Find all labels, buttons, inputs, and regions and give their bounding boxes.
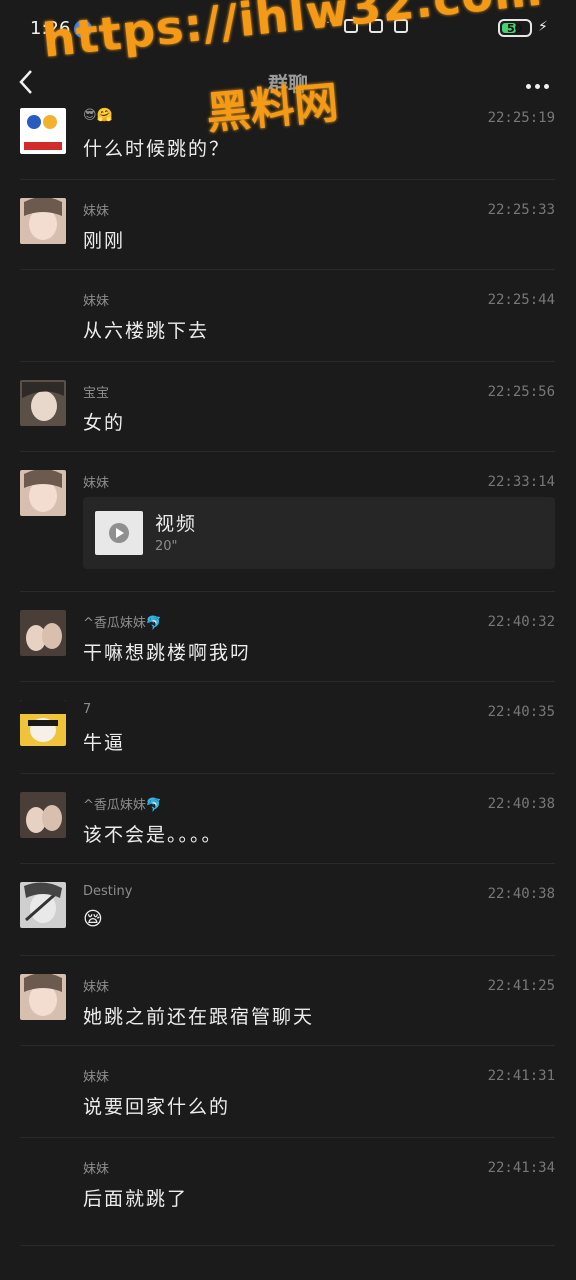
list-item[interactable]: 妹妹 22:41:25 她跳之前还在跟宿管聊天 (20, 956, 555, 1046)
sender-name: 7 (83, 702, 92, 717)
message-time: 22:25:44 (487, 292, 555, 308)
message-text: 她跳之前还在跟宿管聊天 (83, 1006, 315, 1028)
message-time: 22:41:25 (487, 978, 555, 994)
message-text: 刚刚 (83, 230, 126, 252)
chevron-left-icon[interactable] (16, 68, 36, 96)
message-text: 从六楼跳下去 (83, 320, 210, 342)
list-item[interactable]: ^香瓜妹妹🐬 22:40:38 该不会是。。。。 (20, 774, 555, 864)
status-bar: 1:26 3.05 50 ⚡ (0, 0, 576, 58)
sender-name: 😎🤗 (83, 108, 113, 123)
list-item[interactable]: 妹妹 22:25:44 从六楼跳下去 (20, 270, 555, 362)
avatar[interactable] (20, 198, 66, 244)
sender-name: 妹妹 (83, 1070, 110, 1085)
message-text: 😪 (83, 908, 105, 930)
list-item[interactable]: 宝宝 22:25:56 女的 (20, 362, 555, 452)
video-title: 视频 (155, 513, 198, 535)
battery-icon: 50 (498, 19, 532, 37)
signal-icons (344, 18, 484, 40)
avatar[interactable] (20, 792, 66, 838)
avatar[interactable] (20, 380, 66, 426)
signal-icon (394, 19, 409, 33)
avatar[interactable] (20, 882, 66, 928)
sender-name: 妹妹 (83, 980, 110, 995)
message-time: 22:41:31 (487, 1068, 555, 1084)
avatar[interactable] (20, 610, 66, 656)
sender-name: ^香瓜妹妹🐬 (83, 798, 163, 813)
video-attachment[interactable]: 视频 20" (83, 497, 555, 569)
video-thumbnail (95, 511, 143, 555)
list-item[interactable]: Destiny 22:40:38 😪 (20, 864, 555, 956)
sender-name: 妹妹 (83, 204, 110, 219)
avatar[interactable] (20, 470, 66, 516)
message-time: 22:41:34 (487, 1160, 555, 1176)
message-time: 22:25:56 (487, 384, 555, 400)
message-time: 22:40:38 (487, 796, 555, 812)
wifi-icon (369, 19, 384, 33)
sender-name: Destiny (83, 884, 133, 899)
message-text: 牛逼 (83, 732, 126, 754)
list-item[interactable]: 😎🤗 22:25:19 什么时候跳的？ (20, 100, 555, 180)
page-title: 群聊 (268, 72, 308, 96)
message-text: 后面就跳了 (83, 1188, 189, 1210)
sim-icon (344, 19, 358, 33)
list-item[interactable]: 妹妹 22:41:34 后面就跳了 (20, 1138, 555, 1246)
status-time: 1:26 (30, 18, 71, 39)
avatar[interactable] (20, 700, 66, 746)
sender-name: 宝宝 (83, 386, 110, 401)
list-item[interactable]: 妹妹 22:25:33 刚刚 (20, 180, 555, 270)
list-item[interactable]: 7 22:40:35 牛逼 (20, 682, 555, 774)
charging-bolt-icon: ⚡ (538, 19, 548, 35)
message-time: 22:40:38 (487, 886, 555, 902)
message-time: 22:33:14 (487, 474, 555, 490)
sender-name: 妹妹 (83, 1162, 110, 1177)
network-speed: 3.05 (320, 15, 343, 26)
cloud-app-icon (74, 20, 92, 38)
message-time: 22:40:35 (487, 704, 555, 720)
list-item[interactable]: 妹妹 22:33:14 视频 20" (20, 452, 555, 592)
sender-name: ^香瓜妹妹🐬 (83, 616, 163, 631)
message-text: 什么时候跳的？ (83, 138, 231, 160)
list-item[interactable]: ^香瓜妹妹🐬 22:40:32 干嘛想跳楼啊我叼 (20, 592, 555, 682)
battery-level: 50 (507, 22, 523, 35)
sender-name: 妹妹 (83, 294, 110, 309)
message-text: 女的 (83, 412, 126, 434)
sender-name: 妹妹 (83, 476, 110, 491)
message-time: 22:25:33 (487, 202, 555, 218)
video-duration: 20" (155, 539, 178, 554)
avatar[interactable] (20, 974, 66, 1020)
more-dots-icon[interactable] (526, 74, 554, 89)
message-time: 22:25:19 (487, 110, 555, 126)
play-icon (109, 523, 129, 543)
message-text: 该不会是。。。。 (83, 824, 223, 846)
list-item[interactable]: 妹妹 22:41:31 说要回家什么的 (20, 1046, 555, 1138)
message-text: 说要回家什么的 (83, 1096, 231, 1118)
message-time: 22:40:32 (487, 614, 555, 630)
avatar[interactable] (20, 108, 66, 154)
message-text: 干嘛想跳楼啊我叼 (83, 642, 252, 664)
